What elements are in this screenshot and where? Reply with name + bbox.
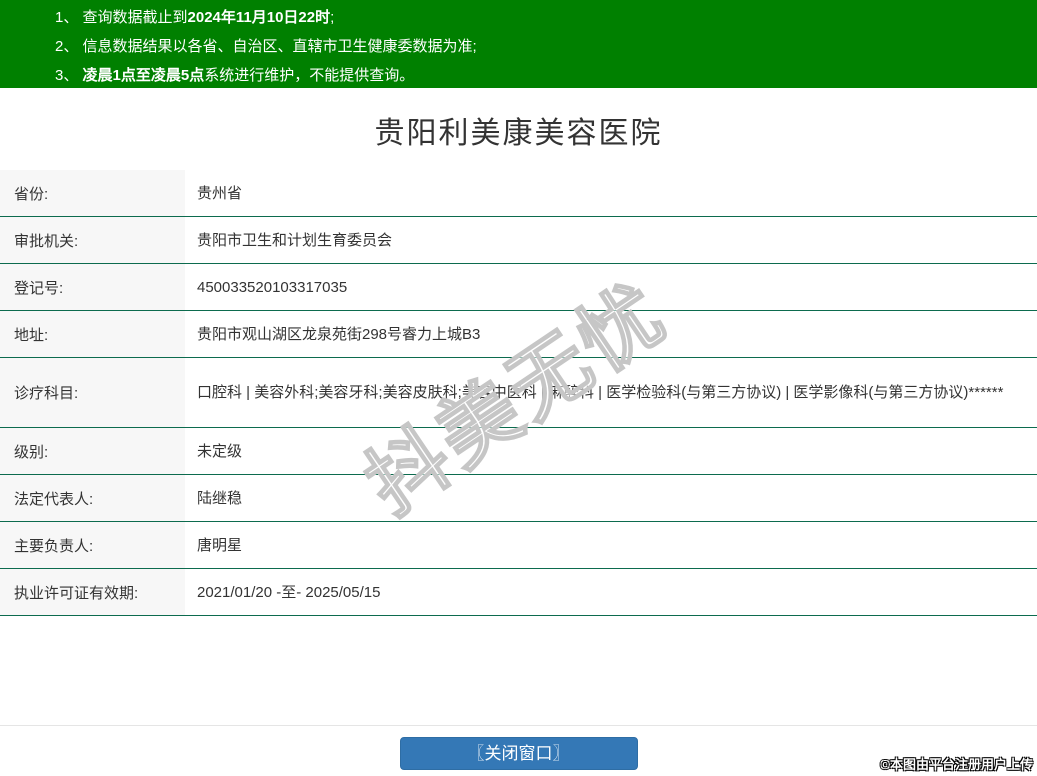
field-label: 法定代表人:	[0, 475, 185, 521]
notice-text: 1、 查询数据截止到	[55, 9, 188, 26]
field-value: 未定级	[185, 428, 1037, 474]
notice-text: 2、 信息数据结果以各省、自治区、直辖市卫生健康委数据为准;	[55, 38, 477, 55]
field-value: 贵阳市卫生和计划生育委员会	[185, 217, 1037, 263]
notice-text: 系统进行维护，不能提供查询。	[204, 67, 414, 84]
notice-text-bold: 2024年11月10日22时	[188, 9, 331, 26]
table-row-level: 级别: 未定级	[0, 428, 1037, 475]
notice-banner: 1、 查询数据截止到2024年11月10日22时; 2、 信息数据结果以各省、自…	[0, 0, 1037, 88]
hospital-info-table: 省份: 贵州省 审批机关: 贵阳市卫生和计划生育委员会 登记号: 4500335…	[0, 170, 1037, 616]
field-value: 唐明星	[185, 522, 1037, 568]
page-title: 贵阳利美康美容医院	[0, 88, 1037, 170]
close-window-button[interactable]: 〖关闭窗口〗	[400, 737, 638, 770]
field-value: 陆继稳	[185, 475, 1037, 521]
field-label: 省份:	[0, 170, 185, 216]
field-label: 登记号:	[0, 264, 185, 310]
field-value: 贵州省	[185, 170, 1037, 216]
notice-line-3: 3、 凌晨1点至凌晨5点系统进行维护，不能提供查询。	[55, 61, 1027, 90]
notice-text-bold: 凌晨1点至凌晨5点	[83, 67, 205, 84]
bottom-divider	[0, 725, 1037, 726]
table-row-license-validity: 执业许可证有效期: 2021/01/20 -至- 2025/05/15	[0, 569, 1037, 616]
field-value: 2021/01/20 -至- 2025/05/15	[185, 569, 1037, 615]
table-row-legal-representative: 法定代表人: 陆继稳	[0, 475, 1037, 522]
notice-line-2: 2、 信息数据结果以各省、自治区、直辖市卫生健康委数据为准;	[55, 32, 1027, 61]
field-label: 执业许可证有效期:	[0, 569, 185, 615]
field-label: 诊疗科目:	[0, 358, 185, 427]
table-row-registration-number: 登记号: 450033520103317035	[0, 264, 1037, 311]
field-value: 口腔科 | 美容外科;美容牙科;美容皮肤科;美容中医科 | 麻醉科 | 医学检验…	[185, 358, 1037, 427]
table-row-approval-authority: 审批机关: 贵阳市卫生和计划生育委员会	[0, 217, 1037, 264]
field-label: 地址:	[0, 311, 185, 357]
field-label: 审批机关:	[0, 217, 185, 263]
field-label: 主要负责人:	[0, 522, 185, 568]
table-row-address: 地址: 贵阳市观山湖区龙泉苑街298号睿力上城B3	[0, 311, 1037, 358]
field-value: 贵阳市观山湖区龙泉苑街298号睿力上城B3	[185, 311, 1037, 357]
table-row-person-in-charge: 主要负责人: 唐明星	[0, 522, 1037, 569]
notice-text: 3、	[55, 67, 83, 84]
table-row-province: 省份: 贵州省	[0, 170, 1037, 217]
field-value: 450033520103317035	[185, 264, 1037, 310]
copyright-watermark: ©本图由平台注册用户上传	[880, 754, 1033, 773]
field-label: 级别:	[0, 428, 185, 474]
notice-line-1: 1、 查询数据截止到2024年11月10日22时;	[55, 3, 1027, 32]
notice-text: ;	[330, 9, 334, 26]
table-row-medical-subjects: 诊疗科目: 口腔科 | 美容外科;美容牙科;美容皮肤科;美容中医科 | 麻醉科 …	[0, 358, 1037, 428]
page: 1、 查询数据截止到2024年11月10日22时; 2、 信息数据结果以各省、自…	[0, 0, 1037, 776]
